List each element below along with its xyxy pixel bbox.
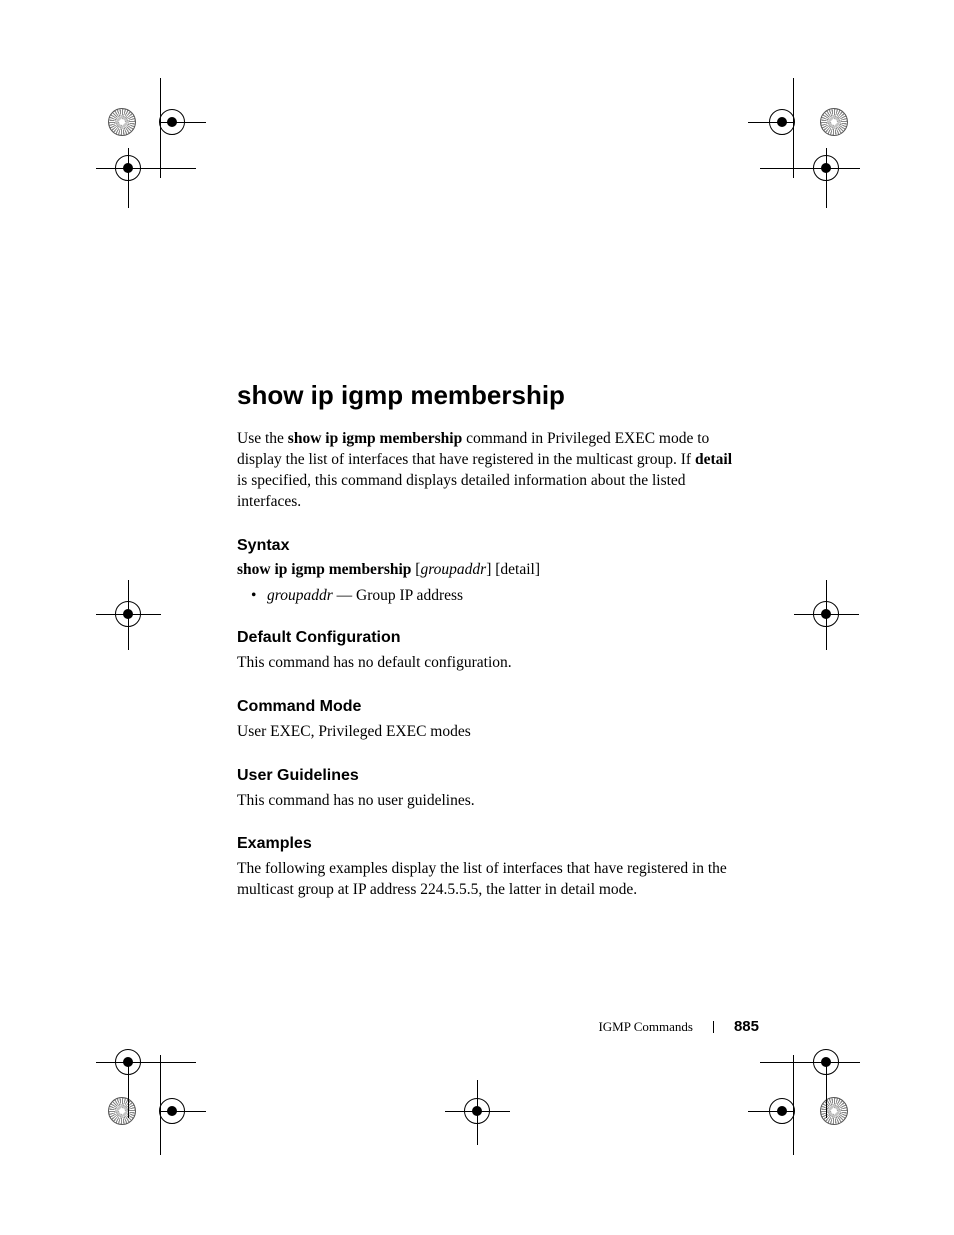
syntax-usage: show ip igmp membership [groupaddr] [det… [237,561,732,579]
footer-divider [713,1021,714,1033]
default-config-heading: Default Configuration [237,629,732,647]
footer-page-number: 885 [734,1018,759,1035]
command-description: Use the show ip igmp membership command … [237,429,732,513]
examples-heading: Examples [237,835,732,853]
syntax-heading: Syntax [237,537,732,555]
command-title: show ip igmp membership [237,380,732,411]
user-guidelines-heading: User Guidelines [237,767,732,785]
command-mode-body: User EXEC, Privileged EXEC modes [237,722,732,743]
footer-section-title: IGMP Commands [598,1019,693,1035]
user-guidelines-body: This command has no user guidelines. [237,791,732,812]
examples-body: The following examples display the list … [237,859,732,901]
command-mode-heading: Command Mode [237,698,732,716]
page-footer: IGMP Commands 885 [598,1018,759,1035]
syntax-param-bullet: groupaddr — Group IP address [237,587,732,605]
page-content: show ip igmp membership Use the show ip … [237,380,732,925]
default-config-body: This command has no default configuratio… [237,653,732,674]
